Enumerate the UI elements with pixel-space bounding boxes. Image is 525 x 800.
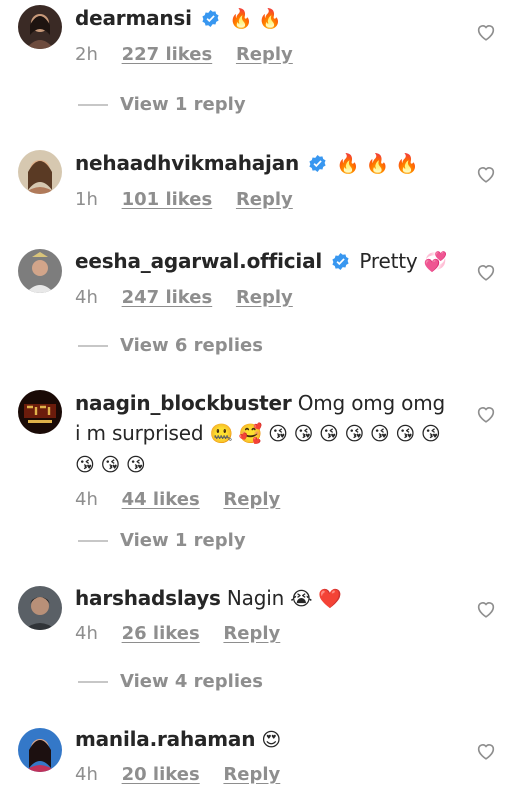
view-replies-label: View 4 replies bbox=[120, 671, 263, 692]
comment-time: 2h bbox=[75, 44, 98, 65]
likes-link[interactable]: 26 likes bbox=[122, 623, 200, 644]
username[interactable]: dearmansi bbox=[75, 6, 192, 30]
heart-outline-icon[interactable] bbox=[475, 21, 497, 43]
verified-badge-icon bbox=[202, 5, 219, 35]
comment-time: 4h bbox=[75, 489, 98, 510]
view-replies-label: View 6 replies bbox=[120, 335, 263, 356]
comment-text: Nagin bbox=[226, 586, 285, 610]
view-replies-label: View 1 reply bbox=[120, 530, 246, 551]
avatar[interactable] bbox=[18, 249, 62, 293]
comment-time: 4h bbox=[75, 764, 98, 785]
likes-link[interactable]: 44 likes bbox=[122, 489, 200, 510]
divider-dash bbox=[78, 344, 108, 347]
reply-button[interactable]: Reply bbox=[236, 44, 293, 65]
comment-emoji: 😭 ❤️ bbox=[290, 588, 342, 610]
divider-dash bbox=[78, 539, 108, 542]
username[interactable]: manila.rahaman bbox=[75, 727, 255, 751]
likes-link[interactable]: 101 likes bbox=[122, 189, 213, 210]
comment-time: 4h bbox=[75, 287, 98, 308]
username[interactable]: naagin_blockbuster bbox=[75, 391, 292, 415]
avatar[interactable] bbox=[18, 390, 62, 434]
reply-button[interactable]: Reply bbox=[236, 287, 293, 308]
reply-button[interactable]: Reply bbox=[236, 189, 293, 210]
heart-outline-icon[interactable] bbox=[475, 598, 497, 620]
reply-button[interactable]: Reply bbox=[223, 489, 280, 510]
username[interactable]: eesha_agarwal.official bbox=[75, 249, 322, 273]
username[interactable]: nehaadhvikmahajan bbox=[75, 151, 299, 175]
username[interactable]: harshadslays bbox=[75, 586, 221, 610]
heart-outline-icon[interactable] bbox=[475, 163, 497, 185]
verified-badge-icon bbox=[332, 248, 349, 278]
likes-link[interactable]: 247 likes bbox=[122, 287, 213, 308]
likes-link[interactable]: 227 likes bbox=[122, 44, 213, 65]
avatar[interactable] bbox=[18, 5, 62, 49]
comment-emoji: 💞 bbox=[423, 251, 448, 273]
divider-dash bbox=[78, 103, 108, 106]
comment-time: 4h bbox=[75, 623, 98, 644]
reply-button[interactable]: Reply bbox=[223, 764, 280, 785]
view-replies-button[interactable]: View 6 replies bbox=[78, 335, 263, 359]
reply-button[interactable]: Reply bbox=[223, 623, 280, 644]
comment-emoji: 🔥 🔥 🔥 bbox=[336, 153, 419, 175]
view-replies-button[interactable]: View 1 reply bbox=[78, 94, 246, 118]
comment-emoji: 😍 bbox=[261, 729, 282, 751]
heart-outline-icon[interactable] bbox=[475, 740, 497, 762]
divider-dash bbox=[78, 680, 108, 683]
likes-link[interactable]: 20 likes bbox=[122, 764, 200, 785]
avatar[interactable] bbox=[18, 728, 62, 772]
avatar[interactable] bbox=[18, 150, 62, 194]
view-replies-label: View 1 reply bbox=[120, 94, 246, 115]
avatar[interactable] bbox=[18, 586, 62, 630]
heart-outline-icon[interactable] bbox=[475, 403, 497, 425]
verified-badge-icon bbox=[309, 150, 326, 180]
comment-text: Pretty bbox=[359, 249, 418, 273]
view-replies-button[interactable]: View 4 replies bbox=[78, 671, 263, 695]
comment-time: 1h bbox=[75, 189, 98, 210]
heart-outline-icon[interactable] bbox=[475, 261, 497, 283]
comment-emoji: 🔥 🔥 bbox=[229, 8, 282, 30]
view-replies-button[interactable]: View 1 reply bbox=[78, 530, 246, 554]
